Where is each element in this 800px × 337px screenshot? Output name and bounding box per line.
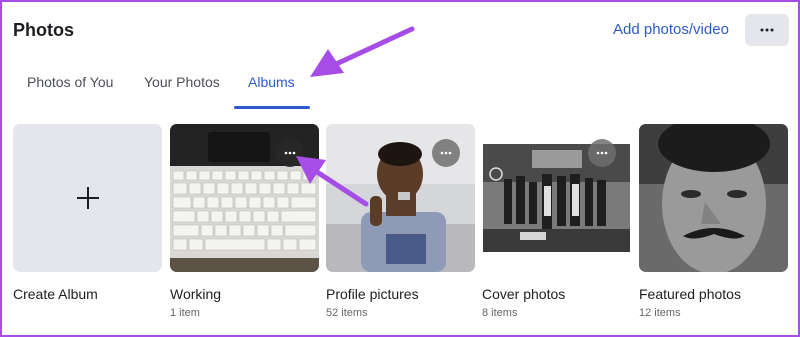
add-photos-video-link[interactable]: Add photos/video — [613, 21, 729, 38]
album-card-working[interactable]: Working 1 item — [170, 124, 319, 319]
tab-albums[interactable]: Albums — [248, 74, 295, 90]
album-name: Working — [170, 286, 222, 302]
album-name: Profile pictures — [326, 286, 419, 302]
album-name: Create Album — [13, 286, 98, 302]
album-thumbnail-keyboard[interactable] — [170, 124, 319, 272]
album-options-button[interactable] — [432, 139, 460, 167]
album-item-count: 52 items — [326, 307, 368, 319]
album-name: Cover photos — [482, 286, 566, 302]
album-item-count: 1 item — [170, 307, 200, 319]
ellipsis-icon — [596, 151, 608, 155]
photo-tabs: Photos of You Your Photos Albums — [0, 60, 800, 110]
album-card-featured-photos[interactable]: Featured photos 12 items — [639, 124, 788, 319]
active-tab-indicator — [234, 106, 310, 109]
album-card-cover-photos[interactable]: Cover photos 8 items — [482, 124, 631, 319]
ellipsis-icon — [284, 151, 296, 155]
album-thumbnail-portrait[interactable] — [639, 124, 788, 272]
man-portrait-photo — [639, 124, 788, 272]
album-card-create[interactable]: Create Album — [13, 124, 162, 302]
ellipsis-icon — [760, 28, 774, 32]
tab-photos-of-you[interactable]: Photos of You — [27, 74, 113, 90]
album-thumbnail-child[interactable] — [326, 124, 475, 272]
more-options-button[interactable] — [745, 14, 789, 46]
album-thumbnail-group[interactable] — [482, 124, 631, 272]
tab-your-photos[interactable]: Your Photos — [144, 74, 220, 90]
album-item-count: 12 items — [639, 307, 681, 319]
album-item-count: 8 items — [482, 307, 518, 319]
album-name: Featured photos — [639, 286, 741, 302]
page-title: Photos — [13, 20, 74, 40]
plus-icon — [76, 187, 99, 209]
album-options-button[interactable] — [588, 139, 616, 167]
ellipsis-icon — [440, 151, 452, 155]
album-card-profile-pictures[interactable]: Profile pictures 52 items — [326, 124, 475, 319]
create-album-tile[interactable] — [13, 124, 162, 272]
album-options-button[interactable] — [276, 139, 304, 167]
